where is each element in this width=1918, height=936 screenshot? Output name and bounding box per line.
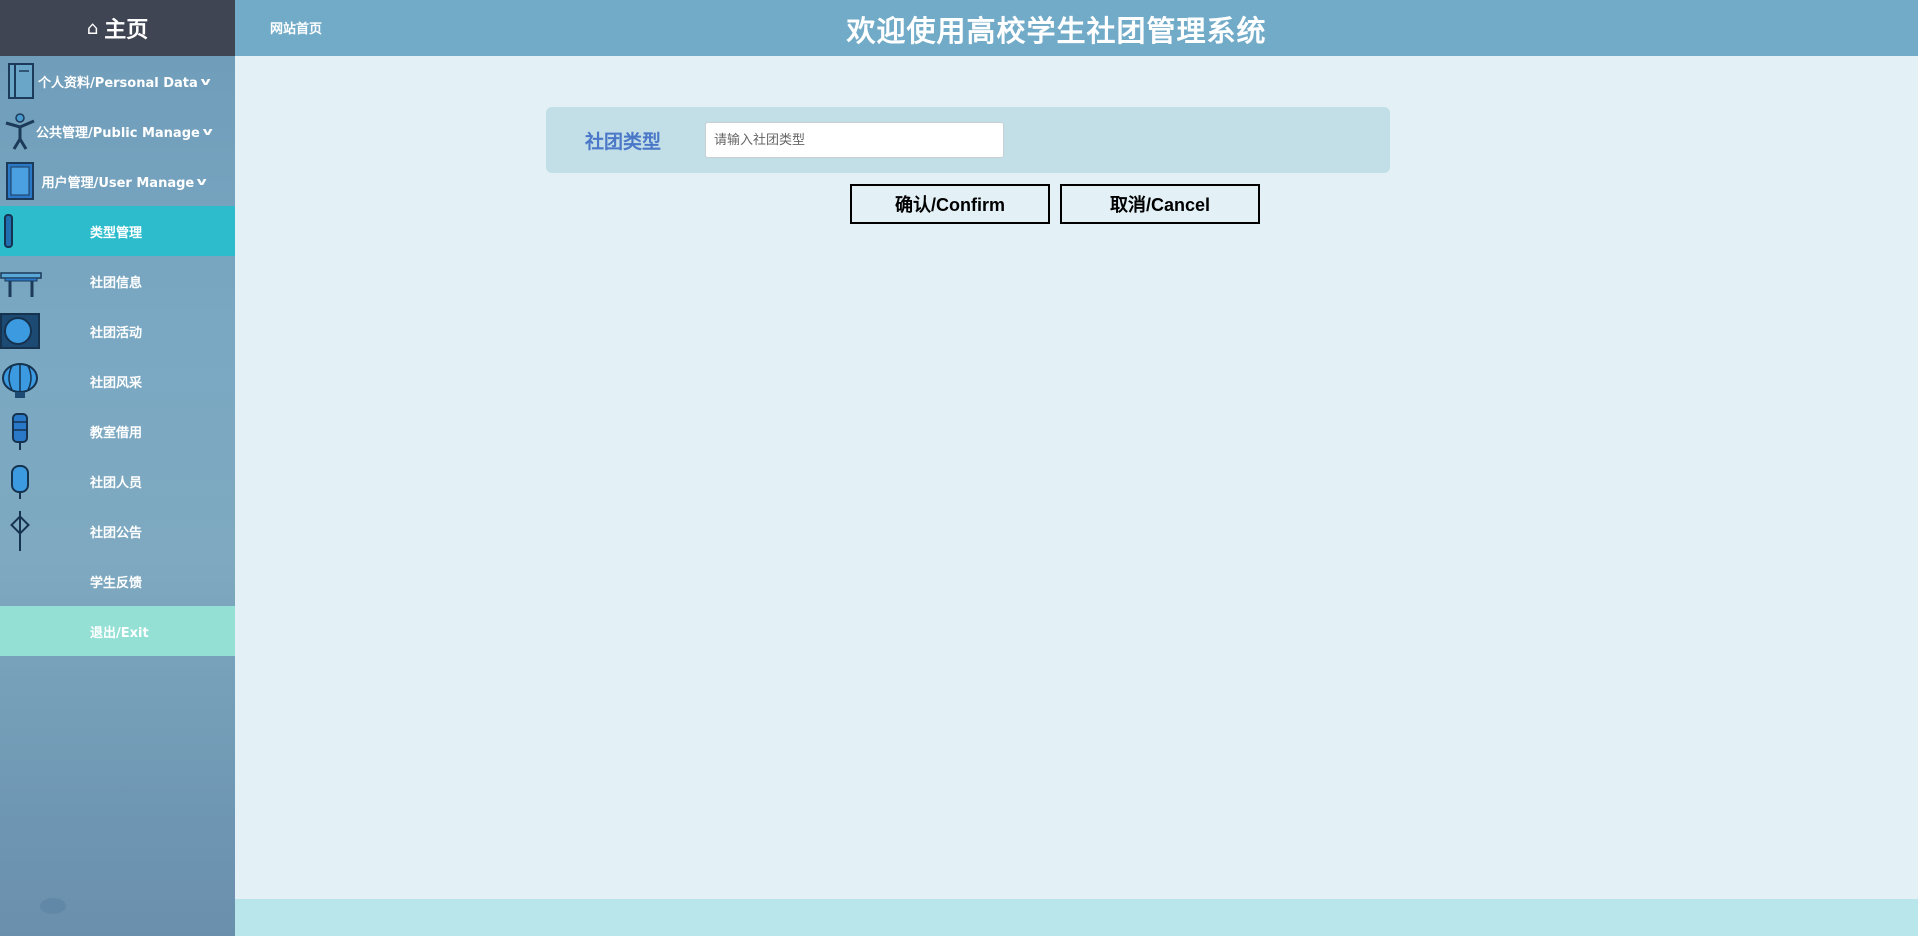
home-link[interactable]: ⌂ 主页	[0, 0, 235, 56]
sidebar-item-label: 退出/Exit	[90, 625, 149, 641]
sidebar-item-type-manage[interactable]: 类型管理	[0, 206, 235, 256]
sidebar-item-label: 社团人员	[90, 475, 143, 491]
knot-icon	[10, 511, 30, 551]
scroll-icon	[4, 214, 13, 248]
menu-group-label: 个人资料/Personal Data	[38, 75, 198, 91]
sidebar-item-label: 社团风采	[90, 375, 143, 391]
menu-group-personal-data[interactable]: 个人资料/Personal Data v	[0, 56, 235, 106]
menu-group-user-manage[interactable]: 用户管理/User Manage v	[0, 156, 235, 206]
sidebar-item-club-notice[interactable]: 社团公告	[0, 506, 235, 556]
club-type-label: 社团类型	[585, 131, 662, 153]
sidebar-item-classroom-borrow[interactable]: 教室借用	[0, 406, 235, 456]
page-title: 欢迎使用高校学生社团管理系统	[235, 8, 1918, 50]
lantern-icon	[2, 363, 38, 398]
form-panel: 社团类型	[546, 107, 1390, 173]
sidebar-item-label: 类型管理	[90, 225, 143, 241]
home-icon: ⌂	[86, 17, 99, 39]
club-type-input[interactable]	[705, 122, 1004, 158]
chevron-down-icon: v	[202, 124, 213, 138]
sidebar-item-label: 社团活动	[90, 325, 143, 341]
gate-icon	[0, 272, 42, 297]
sidebar-item-label: 社团公告	[90, 525, 143, 541]
confirm-button[interactable]: 确认/Confirm	[850, 184, 1050, 224]
sidebar: ⌂ 主页 个人资料/Personal Data v 公共管理/Public Ma…	[0, 0, 235, 936]
chevron-down-icon: v	[200, 74, 211, 88]
circle-screen-icon	[0, 313, 40, 349]
page-title-text: 欢迎使用高校学生社团管理系统	[846, 14, 1267, 48]
small-lantern-icon	[11, 465, 29, 499]
sidebar-item-club-members[interactable]: 社团人员	[0, 456, 235, 506]
sidebar-item-label: 教室借用	[90, 425, 143, 441]
menu-group-public-manage[interactable]: 公共管理/Public Manage v	[0, 106, 235, 156]
menu-group-label: 公共管理/Public Manage	[35, 125, 200, 141]
sidebar-item-exit[interactable]: 退出/Exit	[0, 606, 235, 656]
footer-bar	[235, 899, 1918, 936]
sidebar-item-club-style[interactable]: 社团风采	[0, 356, 235, 406]
figure-icon	[5, 113, 35, 150]
sidebar-item-label: 学生反馈	[90, 575, 143, 591]
top-header: 网站首页 欢迎使用高校学生社团管理系统	[235, 0, 1918, 56]
home-label: 主页	[104, 18, 149, 43]
decoration	[40, 898, 66, 914]
cancel-button[interactable]: 取消/Cancel	[1060, 184, 1260, 224]
menu-group-label: 用户管理/User Manage	[41, 175, 195, 191]
tall-lantern-icon	[12, 413, 28, 450]
panel-icon	[6, 162, 34, 200]
sidebar-item-club-info[interactable]: 社团信息	[0, 256, 235, 306]
sidebar-item-student-feedback[interactable]: 学生反馈	[0, 556, 235, 606]
sidebar-item-club-activity[interactable]: 社团活动	[0, 306, 235, 356]
book-icon	[8, 63, 34, 99]
chevron-down-icon: v	[196, 174, 207, 188]
sidebar-item-label: 社团信息	[90, 275, 143, 291]
